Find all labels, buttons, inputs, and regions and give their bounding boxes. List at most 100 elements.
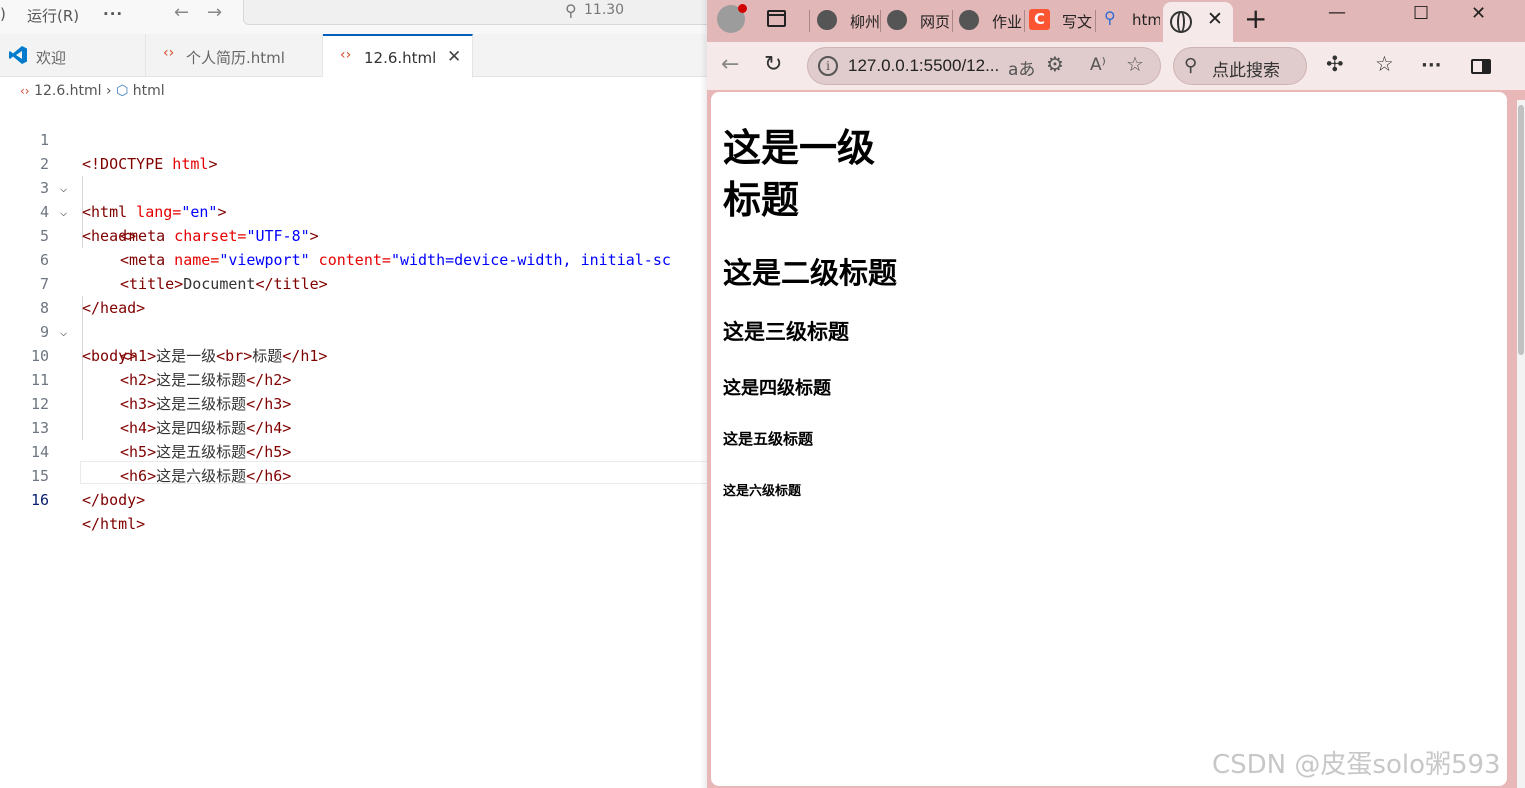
breadcrumb-symbol[interactable]: html xyxy=(133,83,165,99)
favorite-star-icon[interactable]: ☆ xyxy=(1126,52,1144,76)
address-url[interactable]: 127.0.0.1:5500/12... xyxy=(848,56,999,76)
scrollbar-thumb[interactable] xyxy=(1518,105,1524,355)
tab-title: htm xyxy=(1132,11,1160,29)
code-line: 2 ⌵ <html lang="en"> xyxy=(0,128,710,221)
html-file-icon: ‹› xyxy=(20,84,30,98)
html-file-icon: ‹› xyxy=(340,47,352,63)
code-editor[interactable]: 1 <!DOCTYPE html> 2 ⌵ <html lang="en"> 3… xyxy=(0,104,710,788)
back-arrow-icon[interactable]: ← xyxy=(721,52,739,77)
tab-separator xyxy=(880,10,881,32)
close-window-button[interactable]: ✕ xyxy=(1471,3,1486,24)
screen: ) 运行(R) ··· ← → ⚲ 11.30 欢迎 ‹› 个人简历.html … xyxy=(0,0,1525,788)
heading-h2: 这是二级标题 xyxy=(723,256,898,290)
browser-tab-1[interactable]: 柳州 xyxy=(817,6,879,36)
heading-h3: 这是三级标题 xyxy=(723,320,849,344)
csdn-logo-icon: C xyxy=(1029,9,1050,30)
notification-dot xyxy=(738,4,747,13)
translate-icon[interactable]: aあ xyxy=(1008,55,1035,80)
code-line: 6 <title>Document</title> xyxy=(0,224,710,293)
search-icon: ⚲ xyxy=(565,1,577,20)
refresh-icon[interactable]: ↻ xyxy=(764,52,782,77)
code-line: 5 <meta name="viewport" content="width=d… xyxy=(0,200,710,269)
browser-tab-3[interactable]: 作业 xyxy=(959,6,1023,36)
line-content: </html> xyxy=(82,515,146,533)
info-icon[interactable]: i xyxy=(818,56,838,76)
code-line: 15 </body> xyxy=(0,440,710,509)
address-bar[interactable]: i 127.0.0.1:5500/12... aあ ⚙ A⁾ ☆ xyxy=(807,47,1161,85)
code-line: 8 ⌵ <body> xyxy=(0,272,710,365)
code-line: 3 ⌵ <head> xyxy=(0,152,710,245)
tab-label: 欢迎 xyxy=(36,49,67,67)
minimize-button[interactable]: — xyxy=(1328,2,1346,23)
tab-actions-icon[interactable] xyxy=(767,10,786,27)
tab-separator xyxy=(809,10,810,32)
tab-separator xyxy=(952,10,953,32)
browser-search-box[interactable]: ⚲ 点此搜索 xyxy=(1173,47,1307,85)
extension-icon[interactable]: ⚙ xyxy=(1046,52,1064,76)
browser-tab-active[interactable]: ✕ xyxy=(1163,2,1233,42)
code-line: 9 <h1>这是一级<br>标题</h1> xyxy=(0,296,710,365)
globe-icon xyxy=(887,10,907,30)
code-line: 11 <h3>这是三级标题</h3> xyxy=(0,344,710,413)
tab-welcome[interactable]: 欢迎 xyxy=(0,34,146,77)
code-line: 1 <!DOCTYPE html> xyxy=(0,104,710,173)
browser-tab-2[interactable]: 网页 xyxy=(887,6,949,36)
tab-title: 写文 xyxy=(1062,13,1093,31)
search-icon: ⚲ xyxy=(1104,8,1116,27)
menu-run[interactable]: 运行(R) xyxy=(27,5,79,26)
vscode-logo-icon xyxy=(9,46,27,64)
more-menu-button[interactable]: ··· xyxy=(1421,55,1442,76)
code-line: 13 <h5>这是五级标题</h5> xyxy=(0,392,710,461)
vscode-titlebar: ) 运行(R) ··· ← → ⚲ 11.30 xyxy=(0,0,763,34)
close-icon[interactable]: ✕ xyxy=(1207,8,1223,30)
globe-icon xyxy=(959,10,979,30)
heading-h6: 这是六级标题 xyxy=(723,484,802,499)
browser-toolbar: ← ↻ i 127.0.0.1:5500/12... aあ ⚙ A⁾ ☆ ⚲ 点… xyxy=(707,42,1525,90)
tab-separator xyxy=(1024,10,1025,32)
close-icon[interactable]: ✕ xyxy=(447,47,461,67)
search-icon: ⚲ xyxy=(1184,55,1198,76)
menu-partial[interactable]: ) xyxy=(0,5,6,23)
cube-icon: ⬡ xyxy=(116,83,129,99)
tab-title: 作业 xyxy=(992,13,1023,31)
command-center-text: 11.30 xyxy=(584,2,625,18)
tab-12-6-html[interactable]: ‹› 12.6.html ✕ xyxy=(323,34,473,78)
command-center-search[interactable]: ⚲ 11.30 xyxy=(243,0,763,25)
tab-separator xyxy=(1095,10,1096,32)
tab-title: 柳州 xyxy=(850,13,879,31)
breadcrumb: ‹› 12.6.html › ⬡ html xyxy=(20,83,165,99)
breadcrumb-file[interactable]: 12.6.html xyxy=(34,83,102,99)
heading-h1: 这是一级 标题 xyxy=(723,122,913,226)
new-tab-button[interactable]: + xyxy=(1244,2,1267,35)
breadcrumb-separator: › xyxy=(106,83,112,99)
maximize-button[interactable]: ☐ xyxy=(1413,3,1429,24)
menu-more-button[interactable]: ··· xyxy=(103,5,123,23)
forward-arrow-icon[interactable]: → xyxy=(207,2,222,23)
browser-tab-strip: 柳州 网页 作业 C 写文 ⚲ htm ✕ + — ☐ ✕ xyxy=(707,0,1525,42)
favorites-icon[interactable]: ☆ xyxy=(1375,52,1394,76)
globe-icon xyxy=(817,10,837,30)
browser-tab-5[interactable]: ⚲ htm xyxy=(1102,6,1160,36)
browser-tab-4[interactable]: C 写文 xyxy=(1029,6,1093,36)
heading-h1-line2: 标题 xyxy=(723,178,800,222)
sidebar-toggle-icon[interactable] xyxy=(1471,59,1491,74)
line-content: </body> xyxy=(82,491,146,509)
extensions-puzzle-icon[interactable]: ✣ xyxy=(1326,52,1344,76)
heading-h5: 这是五级标题 xyxy=(723,430,814,448)
browser-window: 柳州 网页 作业 C 写文 ⚲ htm ✕ + — ☐ ✕ ← ↻ i 127.… xyxy=(707,0,1525,788)
code-line: 14 <h6>这是六级标题</h6> xyxy=(0,416,710,485)
back-arrow-icon[interactable]: ← xyxy=(174,2,189,23)
html-file-icon: ‹› xyxy=(163,45,175,61)
read-aloud-icon[interactable]: A⁾ xyxy=(1090,55,1106,75)
watermark: CSDN @皮蛋solo粥593 xyxy=(1212,750,1501,780)
sidebar-toggle-fill xyxy=(1482,61,1489,72)
search-placeholder: 点此搜索 xyxy=(1212,61,1280,81)
tab-resume-html[interactable]: ‹› 个人简历.html xyxy=(146,34,323,77)
heading-h1-line1: 这是一级 xyxy=(723,126,876,170)
code-line: 4 <meta charset="UTF-8"> xyxy=(0,176,710,245)
code-line: 12 <h4>这是四级标题</h4> xyxy=(0,368,710,437)
globe-icon-meridian xyxy=(1177,11,1185,33)
code-line: 7 </head> xyxy=(0,248,710,317)
tab-label: 12.6.html xyxy=(364,49,437,67)
code-line: 16 </html> xyxy=(0,464,710,533)
